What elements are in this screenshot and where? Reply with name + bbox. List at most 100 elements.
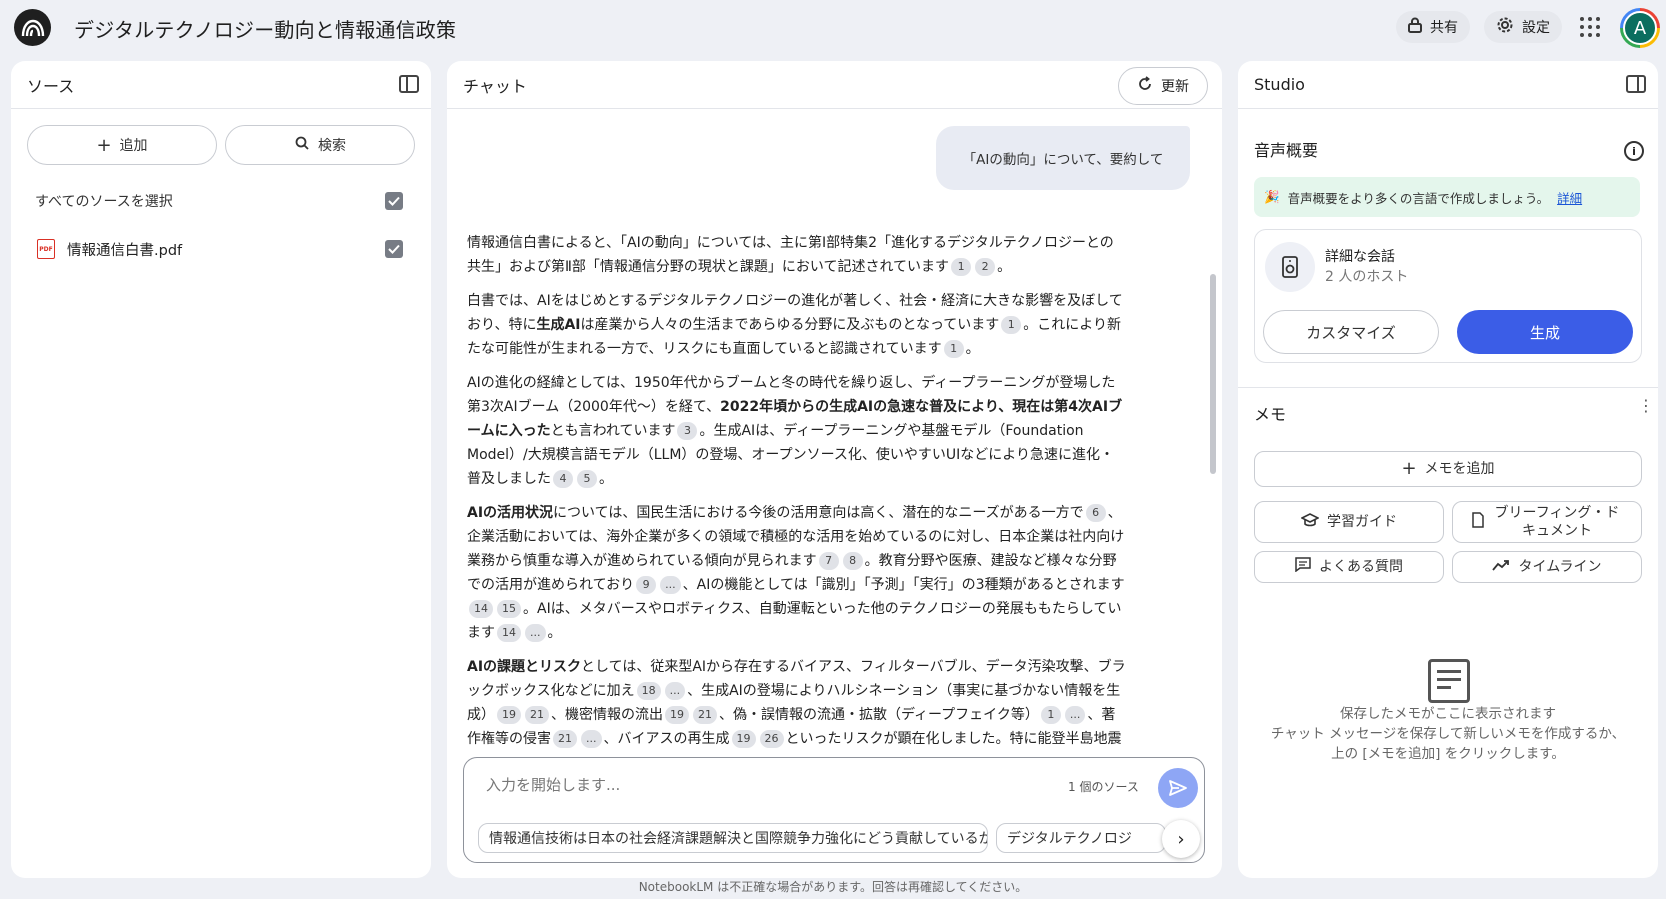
study-guide-button[interactable]: 学習ガイド — [1254, 501, 1444, 543]
answer-bold-text: 生成AI — [536, 317, 581, 333]
empty-notes-line: チャット メッセージを保存して新しいメモを作成するか、 — [1270, 726, 1626, 742]
avatar[interactable]: A — [1620, 8, 1660, 48]
chat-bubble-icon — [1295, 557, 1311, 577]
citation-chip[interactable]: 19 — [731, 730, 756, 748]
citation-chip[interactable]: 2 — [975, 258, 996, 276]
citation-chip[interactable]: 1 — [1001, 316, 1022, 334]
source-item-name: 情報通信白書.pdf — [67, 243, 183, 259]
citation-chip[interactable]: 1 — [1040, 706, 1061, 724]
citation-chip[interactable]: 18 — [636, 682, 661, 700]
studio-title: Studio — [1254, 75, 1305, 94]
answer-text: 、偽・誤情報の流通・拡散（ディープフェイク等） — [719, 707, 1039, 723]
citation-chip[interactable]: 26 — [759, 730, 784, 748]
update-button[interactable]: 更新 — [1118, 67, 1208, 105]
search-source-button[interactable]: 検索 — [225, 125, 415, 165]
citation-chip[interactable]: 4 — [553, 470, 573, 488]
add-memo-label: メモを追加 — [1424, 461, 1495, 477]
citation-chip[interactable]: 3 — [677, 422, 698, 440]
note-placeholder-icon — [1428, 659, 1470, 703]
empty-notes-line: 上の [メモを追加] をクリックします。 — [1331, 746, 1565, 762]
faq-button[interactable]: よくある質問 — [1254, 551, 1444, 583]
answer-text: とも言われています — [550, 423, 676, 439]
citation-chip[interactable]: 15 — [497, 600, 521, 618]
plus-icon: + — [1401, 458, 1417, 479]
more-vert-icon[interactable]: ⋮ — [1638, 398, 1654, 414]
speaker-icon — [1265, 242, 1315, 292]
notebooklm-logo-icon[interactable] — [14, 9, 51, 46]
timeline-button[interactable]: タイムライン — [1452, 551, 1642, 583]
audio-overview-title: 音声概要 — [1254, 141, 1319, 160]
search-sparkle-icon — [294, 135, 310, 155]
answer-text: 。 — [997, 259, 1012, 275]
share-button[interactable]: 共有 — [1396, 11, 1470, 43]
apps-grid-icon[interactable] — [1580, 17, 1600, 37]
banner-details-link[interactable]: 詳細 — [1557, 188, 1582, 207]
citation-chip[interactable]: ... — [660, 576, 681, 594]
citation-chip[interactable]: 19 — [665, 706, 689, 724]
citation-chip[interactable]: ... — [581, 730, 602, 748]
answer-bold-text: AIの課題とリスク — [467, 659, 582, 675]
answer-paragraph: AIの進化の経緯としては、1950年代からブームと冬の時代を繰り返し、ディープラ… — [467, 371, 1127, 491]
answer-text: 。 — [547, 625, 562, 641]
citation-chip[interactable]: 6 — [1085, 504, 1106, 522]
source-item-checkbox[interactable] — [385, 240, 403, 258]
citation-chip[interactable]: 21 — [525, 706, 549, 724]
citation-chip[interactable]: 21 — [693, 706, 717, 724]
citation-chip[interactable]: 19 — [497, 706, 521, 724]
chat-input[interactable]: 入力を開始します... — [486, 774, 620, 795]
citation-chip[interactable]: ... — [525, 624, 546, 642]
sources-title: ソース — [27, 76, 75, 96]
assistant-answer: 情報通信白書によると、「AIの動向」については、主に第Ⅰ部特集2「進化するデジタ… — [467, 231, 1127, 751]
send-button[interactable] — [1158, 768, 1198, 808]
citation-chip[interactable]: ... — [664, 682, 686, 700]
party-popper-icon: 🎉 — [1264, 189, 1280, 204]
timeline-label: タイムライン — [1518, 559, 1602, 575]
suggestion-chip[interactable]: 情報通信技術は日本の社会経済課題解決と国際競争力強化にどう貢献しているか？ — [478, 823, 988, 853]
suggestion-chip[interactable]: デジタルテクノロジ — [996, 823, 1166, 853]
audio-overview-card: 詳細な会話 2 人のホスト カスタマイズ 生成 — [1254, 229, 1642, 363]
citation-chip[interactable]: 9 — [636, 576, 657, 594]
update-label: 更新 — [1161, 79, 1189, 95]
answer-text: 。AIは、メタバースやロボティクス、自動運転といった他のテクノロジーの発展ももた… — [467, 601, 1122, 641]
answer-paragraph: AIの課題とリスクとしては、従来型AIから存在するバイアス、フィルターバブル、デ… — [467, 655, 1127, 751]
citation-chip[interactable]: 8 — [842, 552, 863, 570]
add-source-label: 追加 — [119, 138, 148, 154]
answer-bold-text: AIの活用状況 — [467, 505, 554, 521]
sources-panel: ソース + 追加 検索 すべてのソースを選択 PDF 情報通信白書.pdf — [11, 61, 431, 878]
answer-text: 、バイアスの再生成 — [603, 731, 730, 747]
answer-text: といったリスクが顕在化しました。特に能登半島地震 — [785, 731, 1122, 747]
citation-chip[interactable]: 1 — [951, 258, 972, 276]
memo-title: メモ — [1254, 405, 1287, 424]
citation-chip[interactable]: 5 — [577, 470, 597, 488]
share-label: 共有 — [1430, 20, 1458, 36]
chat-scrollbar[interactable] — [1210, 274, 1216, 474]
faq-label: よくある質問 — [1319, 559, 1403, 575]
citation-chip[interactable]: ... — [1064, 706, 1086, 724]
add-memo-button[interactable]: + メモを追加 — [1254, 451, 1642, 487]
citation-chip[interactable]: 14 — [497, 624, 521, 642]
citation-chip[interactable]: 7 — [818, 552, 839, 570]
empty-notes-line: 保存したメモがここに表示されます — [1340, 706, 1556, 722]
user-message-bubble: 「AIの動向」について、要約して — [936, 126, 1190, 190]
select-all-checkbox[interactable] — [385, 192, 403, 210]
document-icon — [1472, 511, 1484, 533]
studio-header: Studio — [1238, 61, 1658, 109]
chat-panel: チャット 更新 「AIの動向」について、要約して 情報通信白書によると、「AIの… — [447, 61, 1222, 878]
collapse-panel-icon[interactable] — [1626, 75, 1646, 93]
notebook-title[interactable]: デジタルテクノロジー動向と情報通信政策 — [74, 14, 456, 43]
empty-notes-message: 保存したメモがここに表示されます チャット メッセージを保存して新しいメモを作成… — [1238, 704, 1658, 764]
add-source-button[interactable]: + 追加 — [27, 125, 217, 165]
generate-button[interactable]: 生成 — [1457, 310, 1633, 354]
customize-button[interactable]: カスタマイズ — [1263, 310, 1439, 354]
citation-chip[interactable]: 1 — [943, 340, 964, 358]
settings-button[interactable]: 設定 — [1484, 11, 1562, 43]
briefing-doc-button[interactable]: ブリーフィング・ドキュメント — [1452, 501, 1642, 543]
chevron-right-icon[interactable]: › — [1162, 820, 1200, 858]
info-icon[interactable]: i — [1624, 141, 1644, 161]
collapse-panel-icon[interactable] — [399, 75, 419, 93]
citation-chip[interactable]: 21 — [553, 730, 577, 748]
study-guide-label: 学習ガイド — [1327, 514, 1397, 530]
citation-chip[interactable]: 14 — [469, 600, 493, 618]
send-icon — [1169, 780, 1187, 796]
plus-icon: + — [96, 134, 112, 156]
